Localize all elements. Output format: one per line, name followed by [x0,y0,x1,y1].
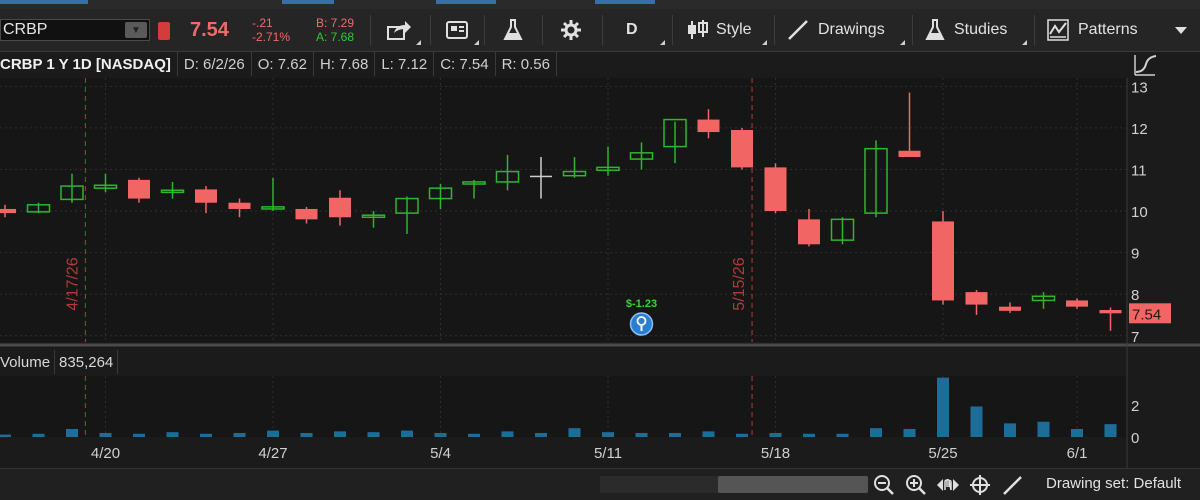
volume-bar [166,432,179,437]
volume-bar [769,432,782,437]
volume-bar [367,432,380,437]
candle-body [195,189,217,203]
date-marker-label: 4/17/26 [64,257,81,310]
volume-bar [870,428,882,437]
volume-bar [903,428,916,437]
candle-body [965,292,988,305]
volume-plot-area [0,376,1127,437]
bottom-bar: Drawing set: Default [0,468,1200,500]
volume-bar [468,433,480,437]
volume-bar [970,406,983,437]
volume-bar [1071,428,1083,437]
time-axis-tick-label: 5/25 [928,445,957,462]
candle-body [999,306,1021,311]
pan-arrows-icon [937,478,959,491]
volume-bar [133,433,145,437]
volume-bar [434,432,447,437]
volume-bar [200,433,212,437]
volume-bar [803,433,815,437]
candle-body [530,175,552,178]
volume-bar [937,377,949,437]
volume-bar [1037,421,1050,437]
volume-study-label[interactable]: Volume [0,350,56,374]
candle-body [1066,300,1088,307]
candle-body [228,202,251,209]
time-axis-tick-label: 4/20 [91,445,120,462]
candle-body [731,129,753,168]
volume-bar [300,432,313,437]
date-marker-label: 5/15/26 [731,257,748,310]
volume-bar [334,431,346,437]
volume-bar [1004,423,1016,437]
volume-axis-tick-label: 0 [1131,430,1139,447]
price-plot-area [0,78,1127,342]
volume-bar [99,432,112,437]
candle-body [898,150,921,157]
last-price-badge-label: 7.54 [1132,306,1161,323]
volume-bar [736,433,748,437]
time-axis-tick-label: 4/27 [258,445,287,462]
time-axis-tick-label: 6/1 [1067,445,1088,462]
earnings-event-label: $-1.23 [626,298,657,310]
volume-bar [568,428,581,437]
volume-bar [32,433,45,437]
price-axis-tick-label: 10 [1131,204,1148,221]
volume-bar [66,428,78,437]
volume-bar [267,430,279,437]
zoom-in-button[interactable] [904,473,928,497]
volume-bar [1104,424,1117,437]
candle-body [295,208,318,220]
zoom-in-icon [906,475,926,495]
volume-bar [635,432,648,437]
price-axis-tick-label: 12 [1131,121,1148,138]
volume-bar [602,432,614,437]
volume-value: 835,264 [55,350,119,374]
crosshair-icon [970,475,990,495]
candle-body [798,219,820,245]
volume-bar [669,432,681,437]
candle-body [697,119,720,133]
candle-body [128,179,150,199]
volume-bar [233,432,246,437]
price-axis-tick-label: 13 [1131,79,1148,96]
price-axis-tick-label: 8 [1131,287,1139,304]
zoom-out-button[interactable] [872,473,896,497]
candle-body [329,197,351,218]
price-axis-tick-label: 11 [1131,162,1147,179]
volume-bar [702,431,715,437]
crosshair-button[interactable] [968,473,992,497]
volume-bar [401,430,413,437]
volume-bar [535,432,547,437]
candle-body [932,221,954,301]
volume-bar [0,434,11,437]
candle-body [0,208,16,214]
candle-body [764,167,787,212]
scrollbar-thumb[interactable] [718,476,868,493]
price-axis-tick-label: 7 [1131,329,1139,346]
pan-button[interactable] [936,473,960,497]
line-tool-icon [1003,476,1022,495]
time-axis-tick-label: 5/11 [594,445,622,462]
zoom-out-icon [874,475,894,495]
price-chart[interactable]: 7 8 9 10 11 12 13 4/20 4/27 5/4 5/11 5/18 5/25 6/1 4/1… [0,0,1200,468]
volume-bar [501,431,514,437]
candle-body [1099,309,1122,314]
price-axis-tick-label: 9 [1131,246,1139,263]
time-axis-tick-label: 5/18 [761,445,790,462]
volume-bar [836,433,849,437]
drawing-set-selector[interactable]: Drawing set: Default [1046,475,1181,492]
volume-label-bar: Volume 835,264 [0,350,119,374]
draw-line-button[interactable] [1000,473,1024,497]
volume-axis-tick-label: 2 [1131,398,1139,415]
time-axis-tick-label: 5/4 [430,445,451,462]
